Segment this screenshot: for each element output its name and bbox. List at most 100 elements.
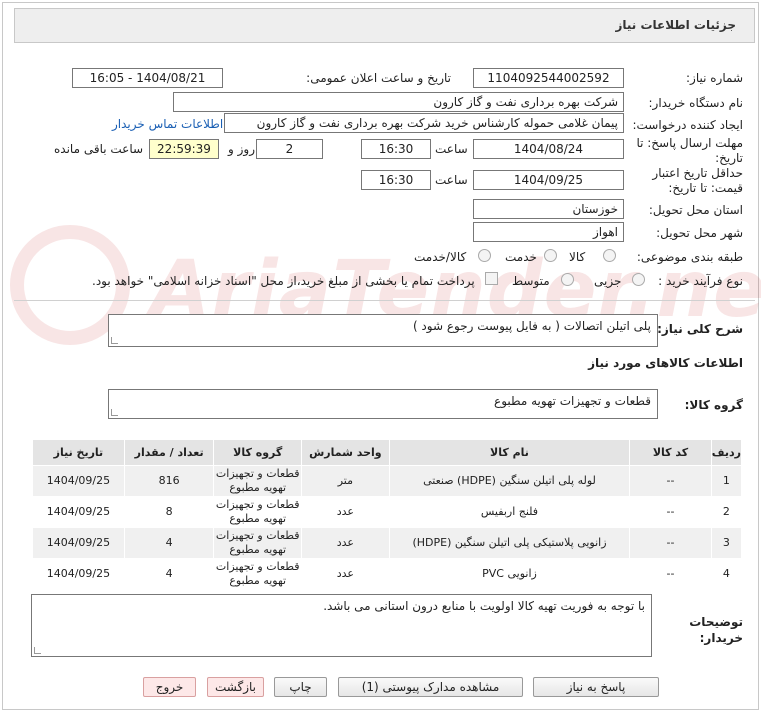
table-row[interactable]: 1 -- لوله پلی اتیلن سنگین (HDPE) صنعتی م… bbox=[32, 465, 743, 497]
province-label: استان محل تحویل: bbox=[648, 203, 743, 217]
summary-text: پلی اتیلن اتصالات ( به فایل پیوست رجوع ش… bbox=[412, 319, 651, 333]
remaining-label: ساعت باقی مانده bbox=[54, 142, 144, 156]
city-field: اهواز bbox=[473, 222, 624, 242]
cell-index: 3 bbox=[710, 527, 743, 559]
treasury-note: پرداخت تمام یا بخشی از مبلغ خرید،از محل … bbox=[92, 274, 475, 288]
announce-field: 1404/08/21 - 16:05 bbox=[72, 68, 223, 88]
cell-index: 2 bbox=[710, 496, 743, 528]
cell-unit: عدد bbox=[301, 527, 390, 559]
cell-group: قطعات و تجهیزات تهویه مطبوع bbox=[213, 558, 303, 590]
cell-name: زانویی پلاستیکی پلی اتیلن سنگین (HDPE) bbox=[388, 527, 631, 559]
cell-index: 4 bbox=[710, 558, 743, 590]
cell-unit: عدد bbox=[301, 496, 390, 528]
col-header-unit: واحد شمارش bbox=[301, 439, 390, 466]
cell-unit: متر bbox=[301, 465, 390, 497]
cell-name: لوله پلی اتیلن سنگین (HDPE) صنعتی bbox=[388, 465, 631, 497]
cell-qty: 4 bbox=[123, 558, 215, 590]
need-number-field: 1104092544002592 bbox=[473, 68, 624, 88]
cell-qty: 816 bbox=[123, 465, 215, 497]
purchase-radio-minor[interactable] bbox=[632, 273, 645, 286]
city-label: شهر محل تحویل: bbox=[656, 226, 743, 240]
table-row[interactable]: 2 -- فلنج اربفیس عدد قطعات و تجهیزات تهو… bbox=[32, 496, 743, 528]
cell-code: -- bbox=[629, 496, 712, 528]
goods-section-title: اطلاعات کالاهای مورد نیاز bbox=[588, 356, 743, 370]
days-field: 2 bbox=[256, 139, 323, 159]
col-header-group: گروه کالا bbox=[213, 439, 303, 466]
buyer-notes-label: توضیحات خریدار: bbox=[689, 615, 743, 645]
creator-label: ایجاد کننده درخواست: bbox=[632, 118, 743, 132]
category-radio-goods[interactable] bbox=[603, 249, 616, 262]
category-label: طبقه بندی موضوعی: bbox=[636, 250, 743, 264]
deadline-time-label: ساعت bbox=[435, 142, 468, 156]
table-header-row: ردیف کد کالا نام کالا واحد شمارش گروه کا… bbox=[32, 439, 743, 466]
buyer-notes-text: با توجه به فوریت تهیه کالا اولویت با منا… bbox=[323, 599, 645, 613]
cell-code: -- bbox=[629, 558, 712, 590]
buyer-notes-textarea: با توجه به فوریت تهیه کالا اولویت با منا… bbox=[31, 594, 652, 657]
purchase-option-medium: متوسط bbox=[512, 274, 550, 288]
announce-label: تاریخ و ساعت اعلان عمومی: bbox=[306, 71, 451, 85]
cell-date: 1404/09/25 bbox=[32, 558, 125, 590]
contact-buyer-link[interactable]: اطلاعات تماس خریدار bbox=[112, 117, 223, 131]
remaining-time-field: 22:59:39 bbox=[149, 139, 219, 159]
cell-group: قطعات و تجهیزات تهویه مطبوع bbox=[213, 496, 303, 528]
table-row[interactable]: 4 -- زانویی PVC عدد قطعات و تجهیزات تهوی… bbox=[32, 558, 743, 590]
summary-textarea: پلی اتیلن اتصالات ( به فایل پیوست رجوع ش… bbox=[108, 314, 658, 347]
items-table: ردیف کد کالا نام کالا واحد شمارش گروه کا… bbox=[32, 439, 743, 590]
buyer-org-label: نام دستگاه خریدار: bbox=[648, 96, 744, 110]
deadline-label: مهلت ارسال پاسخ: تا تاریخ: bbox=[636, 136, 743, 165]
buyer-org-field: شرکت بهره برداری نفت و گاز کارون bbox=[173, 92, 624, 112]
category-radio-service[interactable] bbox=[544, 249, 557, 262]
title-bar: جزئیات اطلاعات نیاز bbox=[14, 8, 755, 43]
validity-date-field: 1404/09/25 bbox=[473, 170, 624, 190]
col-header-date: تاریخ نیاز bbox=[32, 439, 125, 466]
cell-date: 1404/09/25 bbox=[32, 465, 125, 497]
cell-group: قطعات و تجهیزات تهویه مطبوع bbox=[213, 465, 303, 497]
reply-button[interactable]: پاسخ به نیاز bbox=[533, 677, 659, 697]
province-field: خوزستان bbox=[473, 199, 624, 219]
resize-handle-icon[interactable] bbox=[34, 647, 41, 654]
cell-qty: 8 bbox=[123, 496, 215, 528]
cell-name: زانویی PVC bbox=[388, 558, 631, 590]
col-header-name: نام کالا bbox=[388, 439, 631, 466]
validity-time-label: ساعت bbox=[435, 173, 468, 187]
col-header-code: کد کالا bbox=[629, 439, 712, 466]
category-option-goods: کالا bbox=[569, 250, 586, 264]
resize-handle-icon[interactable] bbox=[111, 409, 118, 416]
deadline-time-field: 16:30 bbox=[361, 139, 431, 159]
category-radio-both[interactable] bbox=[478, 249, 491, 262]
table-row[interactable]: 3 -- زانویی پلاستیکی پلی اتیلن سنگین (HD… bbox=[32, 527, 743, 559]
cell-index: 1 bbox=[710, 465, 743, 497]
view-attachments-button[interactable]: مشاهده مدارک پیوستی (1) bbox=[338, 677, 523, 697]
treasury-checkbox[interactable] bbox=[485, 272, 498, 285]
goods-group-label: گروه کالا: bbox=[684, 398, 743, 412]
col-header-qty: تعداد / مقدار bbox=[123, 439, 215, 466]
summary-label: شرح کلی نیاز: bbox=[657, 322, 743, 336]
purchase-radio-medium[interactable] bbox=[561, 273, 574, 286]
purchase-type-label: نوع فرآیند خرید : bbox=[658, 274, 743, 288]
cell-date: 1404/09/25 bbox=[32, 496, 125, 528]
days-label: روز و bbox=[228, 142, 255, 156]
goods-group-textarea: قطعات و تجهیزات تهویه مطبوع bbox=[108, 389, 658, 419]
back-button[interactable]: بازگشت bbox=[207, 677, 264, 697]
cell-code: -- bbox=[629, 527, 712, 559]
need-number-label: شماره نیاز: bbox=[686, 71, 743, 85]
page-title: جزئیات اطلاعات نیاز bbox=[615, 18, 736, 32]
goods-group-text: قطعات و تجهیزات تهویه مطبوع bbox=[494, 394, 651, 408]
category-option-service: خدمت bbox=[505, 250, 537, 264]
creator-field: پیمان غلامی حموله کارشناس خرید شرکت بهره… bbox=[224, 113, 624, 133]
exit-button[interactable]: خروج bbox=[143, 677, 196, 697]
cell-code: -- bbox=[629, 465, 712, 497]
category-option-both: کالا/خدمت bbox=[414, 250, 467, 264]
print-button[interactable]: چاپ bbox=[274, 677, 327, 697]
validity-label: حداقل تاریخ اعتبار قیمت: تا تاریخ: bbox=[652, 166, 743, 195]
cell-group: قطعات و تجهیزات تهویه مطبوع bbox=[213, 527, 303, 559]
cell-qty: 4 bbox=[123, 527, 215, 559]
resize-handle-icon[interactable] bbox=[111, 337, 118, 344]
col-header-index: ردیف bbox=[710, 439, 743, 466]
cell-unit: عدد bbox=[301, 558, 390, 590]
cell-name: فلنج اربفیس bbox=[388, 496, 631, 528]
cell-date: 1404/09/25 bbox=[32, 527, 125, 559]
purchase-option-minor: جزیی bbox=[594, 274, 622, 288]
deadline-date-field: 1404/08/24 bbox=[473, 139, 624, 159]
validity-time-field: 16:30 bbox=[361, 170, 431, 190]
